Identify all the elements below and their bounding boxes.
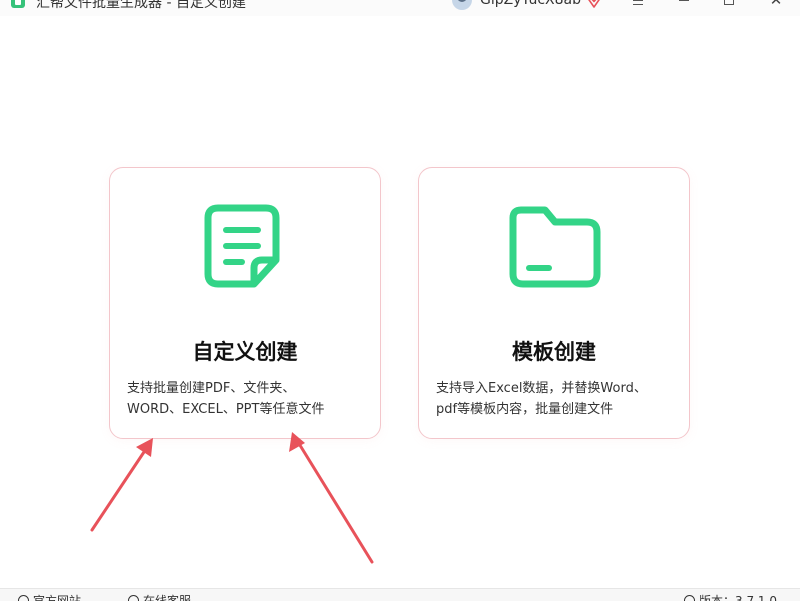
- document-icon: [204, 204, 280, 288]
- template-create-card[interactable]: 模板创建 支持导入Excel数据，并替换Word、 pdf等模板内容，批量创建文…: [418, 167, 690, 439]
- minimize-button[interactable]: [672, 0, 696, 10]
- home-icon: [18, 595, 29, 601]
- refresh-icon: [684, 595, 695, 601]
- annotation-arrow-right: [296, 440, 374, 564]
- custom-desc-line-2: WORD、EXCEL、PPT等任意文件: [127, 402, 325, 417]
- close-button[interactable]: ✕: [764, 0, 788, 10]
- user-avatar[interactable]: [452, 0, 472, 10]
- close-icon: ✕: [769, 0, 783, 9]
- menu-button[interactable]: [626, 0, 650, 10]
- annotation-arrow-left: [90, 444, 150, 532]
- folder-icon: [509, 206, 601, 288]
- template-desc-line-2: pdf等模板内容，批量创建文件: [436, 402, 614, 417]
- minimize-icon: [679, 0, 689, 1]
- window-title: 汇帮文件批量生成器 - 自定义创建: [36, 0, 246, 11]
- template-desc-line-1: 支持导入Excel数据，并替换Word、: [436, 381, 647, 396]
- status-bar: 官方网站 在线客服 版本：3.7.1.0: [0, 588, 800, 601]
- maximize-icon: [724, 0, 734, 5]
- title-bar: 汇帮文件批量生成器 - 自定义创建 GlpZyYucX8ab ✕: [0, 0, 800, 16]
- hamburger-menu-icon: [633, 0, 643, 5]
- headset-icon: [128, 595, 139, 601]
- custom-create-card[interactable]: 自定义创建 支持批量创建PDF、文件夹、 WORD、EXCEL、PPT等任意文件: [109, 167, 381, 439]
- template-create-title: 模板创建: [512, 340, 596, 364]
- custom-create-description: 支持批量创建PDF、文件夹、 WORD、EXCEL、PPT等任意文件: [127, 378, 373, 420]
- app-logo-icon: [11, 0, 25, 8]
- vip-diamond-icon[interactable]: [585, 0, 603, 8]
- custom-create-title: 自定义创建: [192, 340, 298, 364]
- annotation-arrowhead-left: [136, 438, 153, 457]
- username[interactable]: GlpZyYucX8ab: [480, 0, 581, 8]
- custom-desc-line-1: 支持批量创建PDF、文件夹、: [127, 381, 296, 396]
- maximize-button[interactable]: [717, 0, 741, 10]
- template-create-description: 支持导入Excel数据，并替换Word、 pdf等模板内容，批量创建文件: [436, 378, 682, 420]
